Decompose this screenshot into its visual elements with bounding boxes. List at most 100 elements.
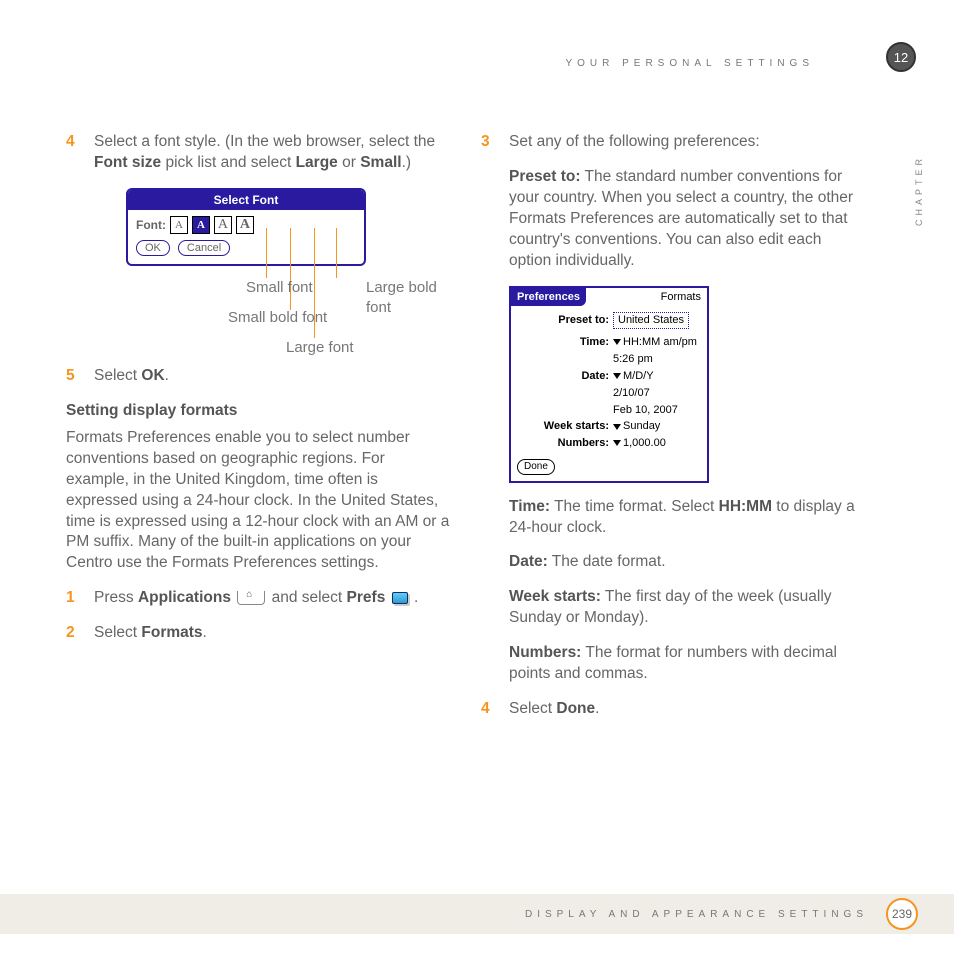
- text: Select: [94, 624, 141, 641]
- chapter-label: CHAPTER: [914, 155, 924, 226]
- time-value: HH:MM am/pm: [623, 336, 697, 348]
- font-size-label: Font size: [94, 154, 161, 171]
- callout-large-bold-font: Large bold font: [366, 278, 446, 319]
- week-starts-picker[interactable]: Sunday: [613, 419, 660, 434]
- step-body: Select a font style. (In the web browser…: [94, 132, 451, 174]
- text: Select: [509, 700, 556, 717]
- date-field-label: Date:: [517, 369, 613, 384]
- hhmm-label: HH:MM: [719, 498, 772, 515]
- step-4-right: 4 Select Done.: [481, 699, 866, 720]
- preset-to-label: Preset to:: [509, 168, 581, 185]
- time-label: Time:: [509, 498, 550, 515]
- text: or: [338, 154, 360, 171]
- page-number: 239: [886, 898, 918, 930]
- text: pick list and select: [161, 154, 295, 171]
- formats-paragraph: Formats Preferences enable you to select…: [66, 428, 451, 574]
- applications-label: Applications: [138, 589, 231, 606]
- dropdown-icon: [613, 424, 621, 430]
- text: .): [402, 154, 411, 171]
- time-field-label: Time:: [517, 335, 613, 350]
- date-value: M/D/Y: [623, 370, 654, 382]
- step-3: 3 Set any of the following preferences:: [481, 132, 866, 153]
- callout-line: [266, 228, 267, 278]
- step-5: 5 Select OK.: [66, 366, 451, 387]
- step-body: Select Formats.: [94, 623, 451, 644]
- formats-label: Formats: [141, 624, 202, 641]
- dialog-title: Select Font: [128, 190, 364, 210]
- step-body: Select OK.: [94, 366, 451, 387]
- preferences-tab: Preferences: [511, 288, 586, 307]
- step-number: 2: [66, 623, 94, 644]
- done-button[interactable]: Done: [517, 459, 555, 475]
- time-picker[interactable]: HH:MM am/pm: [613, 335, 697, 350]
- week-starts-value: Sunday: [623, 420, 660, 432]
- step-1: 1 Press Applications and select Prefs .: [66, 588, 451, 609]
- footer-section: DISPLAY AND APPEARANCE SETTINGS: [525, 909, 868, 920]
- text: The time format. Select: [550, 498, 719, 515]
- numbers-value: 1,000.00: [623, 437, 666, 449]
- date-label: Date:: [509, 553, 548, 570]
- text: Select a font style. (In the web browser…: [94, 133, 435, 150]
- date-picker[interactable]: M/D/Y: [613, 369, 654, 384]
- font-option-small-bold[interactable]: A: [192, 216, 210, 234]
- content-columns: 4 Select a font style. (In the web brows…: [66, 132, 886, 734]
- callout-small-font: Small font: [246, 278, 313, 298]
- step-number: 4: [66, 132, 94, 174]
- dropdown-icon: [613, 440, 621, 446]
- prefs-icon: [392, 592, 408, 604]
- step-2: 2 Select Formats.: [66, 623, 451, 644]
- callout-large-font: Large font: [286, 338, 354, 358]
- footer: DISPLAY AND APPEARANCE SETTINGS 239: [0, 894, 954, 934]
- font-option-large-bold[interactable]: A: [236, 216, 254, 234]
- numbers-paragraph: Numbers: The format for numbers with dec…: [509, 643, 866, 685]
- text: .: [595, 700, 599, 717]
- small-label: Small: [360, 154, 401, 171]
- step-body: Press Applications and select Prefs .: [94, 588, 451, 609]
- preset-to-picker[interactable]: United States: [613, 312, 689, 329]
- numbers-picker[interactable]: 1,000.00: [613, 436, 666, 451]
- week-starts-paragraph: Week starts: The first day of the week (…: [509, 587, 866, 629]
- time-paragraph: Time: The time format. Select HH:MM to d…: [509, 497, 866, 539]
- font-callouts: Small font Large bold font Small bold fo…: [186, 266, 446, 356]
- week-starts-field-label: Week starts:: [517, 419, 613, 434]
- text: Select: [94, 367, 141, 384]
- text: .: [165, 367, 169, 384]
- font-option-large[interactable]: A: [214, 216, 232, 234]
- step-body: Set any of the following preferences:: [509, 132, 866, 153]
- step-body: Select Done.: [509, 699, 866, 720]
- font-option-small[interactable]: A: [170, 216, 188, 234]
- step-number: 5: [66, 366, 94, 387]
- prefs-label: Prefs: [347, 589, 386, 606]
- preferences-title: Formats: [655, 288, 707, 307]
- week-starts-label: Week starts:: [509, 588, 601, 605]
- text: .: [203, 624, 207, 641]
- done-label: Done: [556, 700, 595, 717]
- callout-line: [336, 228, 337, 278]
- step-number: 1: [66, 588, 94, 609]
- preset-to-paragraph: Preset to: The standard number conventio…: [509, 167, 866, 272]
- applications-key-icon: [237, 591, 265, 605]
- text: The date format.: [548, 553, 666, 570]
- cancel-button[interactable]: Cancel: [178, 240, 230, 256]
- text: Press: [94, 589, 138, 606]
- select-font-dialog: Select Font Font: A A A A OK Cancel: [126, 188, 366, 356]
- ok-label: OK: [141, 367, 164, 384]
- time-example: 5:26 pm: [613, 352, 653, 367]
- numbers-label: Numbers:: [509, 644, 581, 661]
- dropdown-icon: [613, 373, 621, 379]
- step-number: 3: [481, 132, 509, 153]
- date-example-2: Feb 10, 2007: [613, 403, 678, 418]
- callout-small-bold-font: Small bold font: [228, 308, 327, 328]
- date-example-1: 2/10/07: [613, 386, 650, 401]
- step-number: 4: [481, 699, 509, 720]
- ok-button[interactable]: OK: [136, 240, 170, 256]
- date-paragraph: Date: The date format.: [509, 552, 866, 573]
- text: .: [410, 589, 419, 606]
- text: and select: [272, 589, 347, 606]
- step-4-left: 4 Select a font style. (In the web brows…: [66, 132, 451, 174]
- running-header: YOUR PERSONAL SETTINGS: [565, 58, 814, 69]
- font-label: Font:: [136, 217, 166, 233]
- numbers-field-label: Numbers:: [517, 436, 613, 451]
- dropdown-icon: [613, 339, 621, 345]
- large-label: Large: [296, 154, 338, 171]
